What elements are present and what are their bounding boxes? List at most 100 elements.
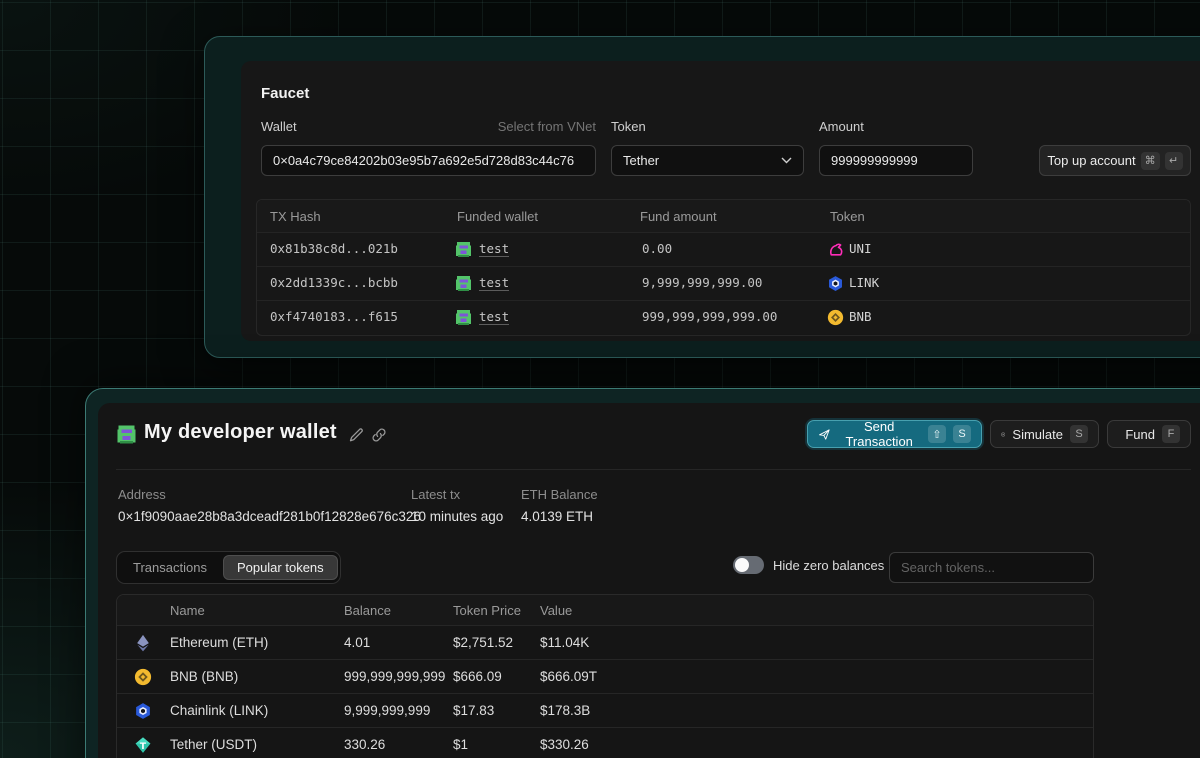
faucet-window: Faucet Wallet Select from VNet Token Amo… [204, 36, 1200, 358]
faucet-title: Faucet [261, 85, 309, 102]
token-price: $1 [453, 737, 468, 752]
col-value: Value [540, 603, 572, 618]
simulate-button[interactable]: Simulate S [990, 420, 1099, 448]
token-value: $330.26 [540, 737, 589, 752]
wallet-title: My developer wallet [144, 421, 337, 444]
bnb-icon [827, 309, 844, 326]
token-value: $178.3B [540, 703, 590, 718]
token-price: $2,751.52 [453, 635, 513, 650]
amount-field-label: Amount [819, 119, 864, 134]
token-symbol: LINK [849, 275, 879, 290]
token-balance: 4.01 [344, 635, 370, 650]
uniswap-icon [827, 241, 844, 258]
wallet-address-input[interactable] [261, 145, 596, 176]
faucet-transactions-table: TX Hash Funded wallet Fund amount Token … [256, 199, 1191, 336]
col-token: Token [830, 209, 865, 224]
chevron-down-icon [781, 157, 792, 164]
col-name: Name [170, 603, 205, 618]
token-symbol: UNI [849, 241, 872, 256]
f-key-icon: F [1162, 425, 1180, 443]
fund-amount: 9,999,999,999.00 [642, 275, 762, 290]
edit-pencil-icon[interactable] [347, 426, 365, 444]
shift-key-icon: ⇧ [928, 425, 946, 443]
address-label: Address [118, 487, 166, 502]
funded-wallet-link[interactable]: test [479, 241, 509, 257]
latest-tx-label: Latest tx [411, 487, 460, 502]
token-name: Tether (USDT) [170, 737, 257, 752]
wallet-window: My developer wallet Send Transaction ⇧ S [85, 388, 1200, 758]
fund-amount: 0.00 [642, 241, 672, 256]
fund-button[interactable]: Fund F [1107, 420, 1191, 448]
chainlink-icon [134, 702, 152, 720]
table-row: Ethereum (ETH) 4.01 $2,751.52 $11.04K [117, 626, 1093, 660]
tab-popular-tokens[interactable]: Popular tokens [223, 555, 338, 580]
token-select-value: Tether [623, 153, 659, 168]
pixel-wallet-icon [455, 241, 472, 258]
s-key-icon: S [1070, 425, 1088, 443]
return-key-icon: ↵ [1165, 152, 1183, 170]
select-from-vnet-link[interactable]: Select from VNet [498, 119, 596, 134]
token-select[interactable]: Tether [611, 145, 804, 176]
pixel-wallet-icon [455, 309, 472, 326]
token-field-label: Token [611, 119, 646, 134]
token-symbol: BNB [849, 309, 872, 324]
table-row: 0x2dd1339c...bcbb test 9,999,999,999.00 … [257, 267, 1190, 301]
faucet-table-header: TX Hash Funded wallet Fund amount Token [257, 200, 1190, 233]
s-key-icon: S [953, 425, 971, 443]
table-row: 0x81b38c8d...021b test 0.00 UNI [257, 233, 1190, 267]
tab-transactions[interactable]: Transactions [119, 555, 221, 580]
faucet-card: Faucet Wallet Select from VNet Token Amo… [241, 61, 1200, 341]
token-name: BNB (BNB) [170, 669, 238, 684]
pixel-wallet-icon [116, 424, 137, 445]
tx-hash: 0x2dd1339c...bcbb [270, 275, 398, 290]
hide-zero-balances-label: Hide zero balances [773, 558, 884, 573]
col-balance: Balance [344, 603, 391, 618]
play-circle-icon [1001, 427, 1005, 442]
token-name: Ethereum (ETH) [170, 635, 268, 650]
pixel-wallet-icon [455, 275, 472, 292]
latest-tx-value: 10 minutes ago [411, 509, 503, 524]
ethereum-icon [134, 634, 152, 652]
token-balance: 330.26 [344, 737, 385, 752]
eth-balance-label: ETH Balance [521, 487, 598, 502]
eth-balance-value: 4.0139 ETH [521, 509, 593, 524]
copy-link-icon[interactable] [370, 426, 388, 444]
simulate-label: Simulate [1012, 427, 1063, 442]
hide-zero-balances-toggle[interactable] [733, 556, 764, 574]
col-fund-amount: Fund amount [640, 209, 717, 224]
tokens-table-header: Name Balance Token Price Value [117, 595, 1093, 626]
top-up-account-label: Top up account [1047, 153, 1135, 168]
token-value: $666.09T [540, 669, 597, 684]
token-value: $11.04K [540, 635, 589, 650]
header-divider [116, 469, 1191, 470]
wallet-tabs: Transactions Popular tokens [116, 551, 341, 584]
wallet-card: My developer wallet Send Transaction ⇧ S [98, 403, 1200, 758]
amount-input[interactable] [819, 145, 973, 176]
col-funded-wallet: Funded wallet [457, 209, 538, 224]
table-row: Tether (USDT) 330.26 $1 $330.26 [117, 728, 1093, 758]
search-tokens-input[interactable] [889, 552, 1094, 583]
funded-wallet-link[interactable]: test [479, 275, 509, 291]
command-key-icon: ⌘ [1141, 152, 1160, 170]
funded-wallet-link[interactable]: test [479, 309, 509, 325]
address-value: 0×1f9090aae28b8a3dceadf281b0f12828e676c3… [118, 509, 421, 524]
desktop-background: Faucet Wallet Select from VNet Token Amo… [0, 0, 1200, 758]
bnb-icon [134, 668, 152, 686]
token-price: $17.83 [453, 703, 494, 718]
tether-icon [134, 736, 152, 754]
tx-hash: 0x81b38c8d...021b [270, 241, 398, 256]
popular-tokens-table: Name Balance Token Price Value Ethereum … [116, 594, 1094, 758]
top-up-account-button[interactable]: Top up account ⌘ ↵ [1039, 145, 1191, 176]
send-transaction-label: Send Transaction [837, 419, 921, 449]
token-balance: 999,999,999,999 [344, 669, 445, 684]
send-transaction-button[interactable]: Send Transaction ⇧ S [807, 420, 982, 448]
token-name: Chainlink (LINK) [170, 703, 268, 718]
table-row: 0xf4740183...f615 test 999,999,999,999.0… [257, 301, 1190, 335]
table-row: BNB (BNB) 999,999,999,999 $666.09 $666.0… [117, 660, 1093, 694]
paper-plane-icon [818, 427, 830, 442]
chainlink-icon [827, 275, 844, 292]
col-token-price: Token Price [453, 603, 521, 618]
token-price: $666.09 [453, 669, 502, 684]
fund-label: Fund [1125, 427, 1155, 442]
table-row: Chainlink (LINK) 9,999,999,999 $17.83 $1… [117, 694, 1093, 728]
